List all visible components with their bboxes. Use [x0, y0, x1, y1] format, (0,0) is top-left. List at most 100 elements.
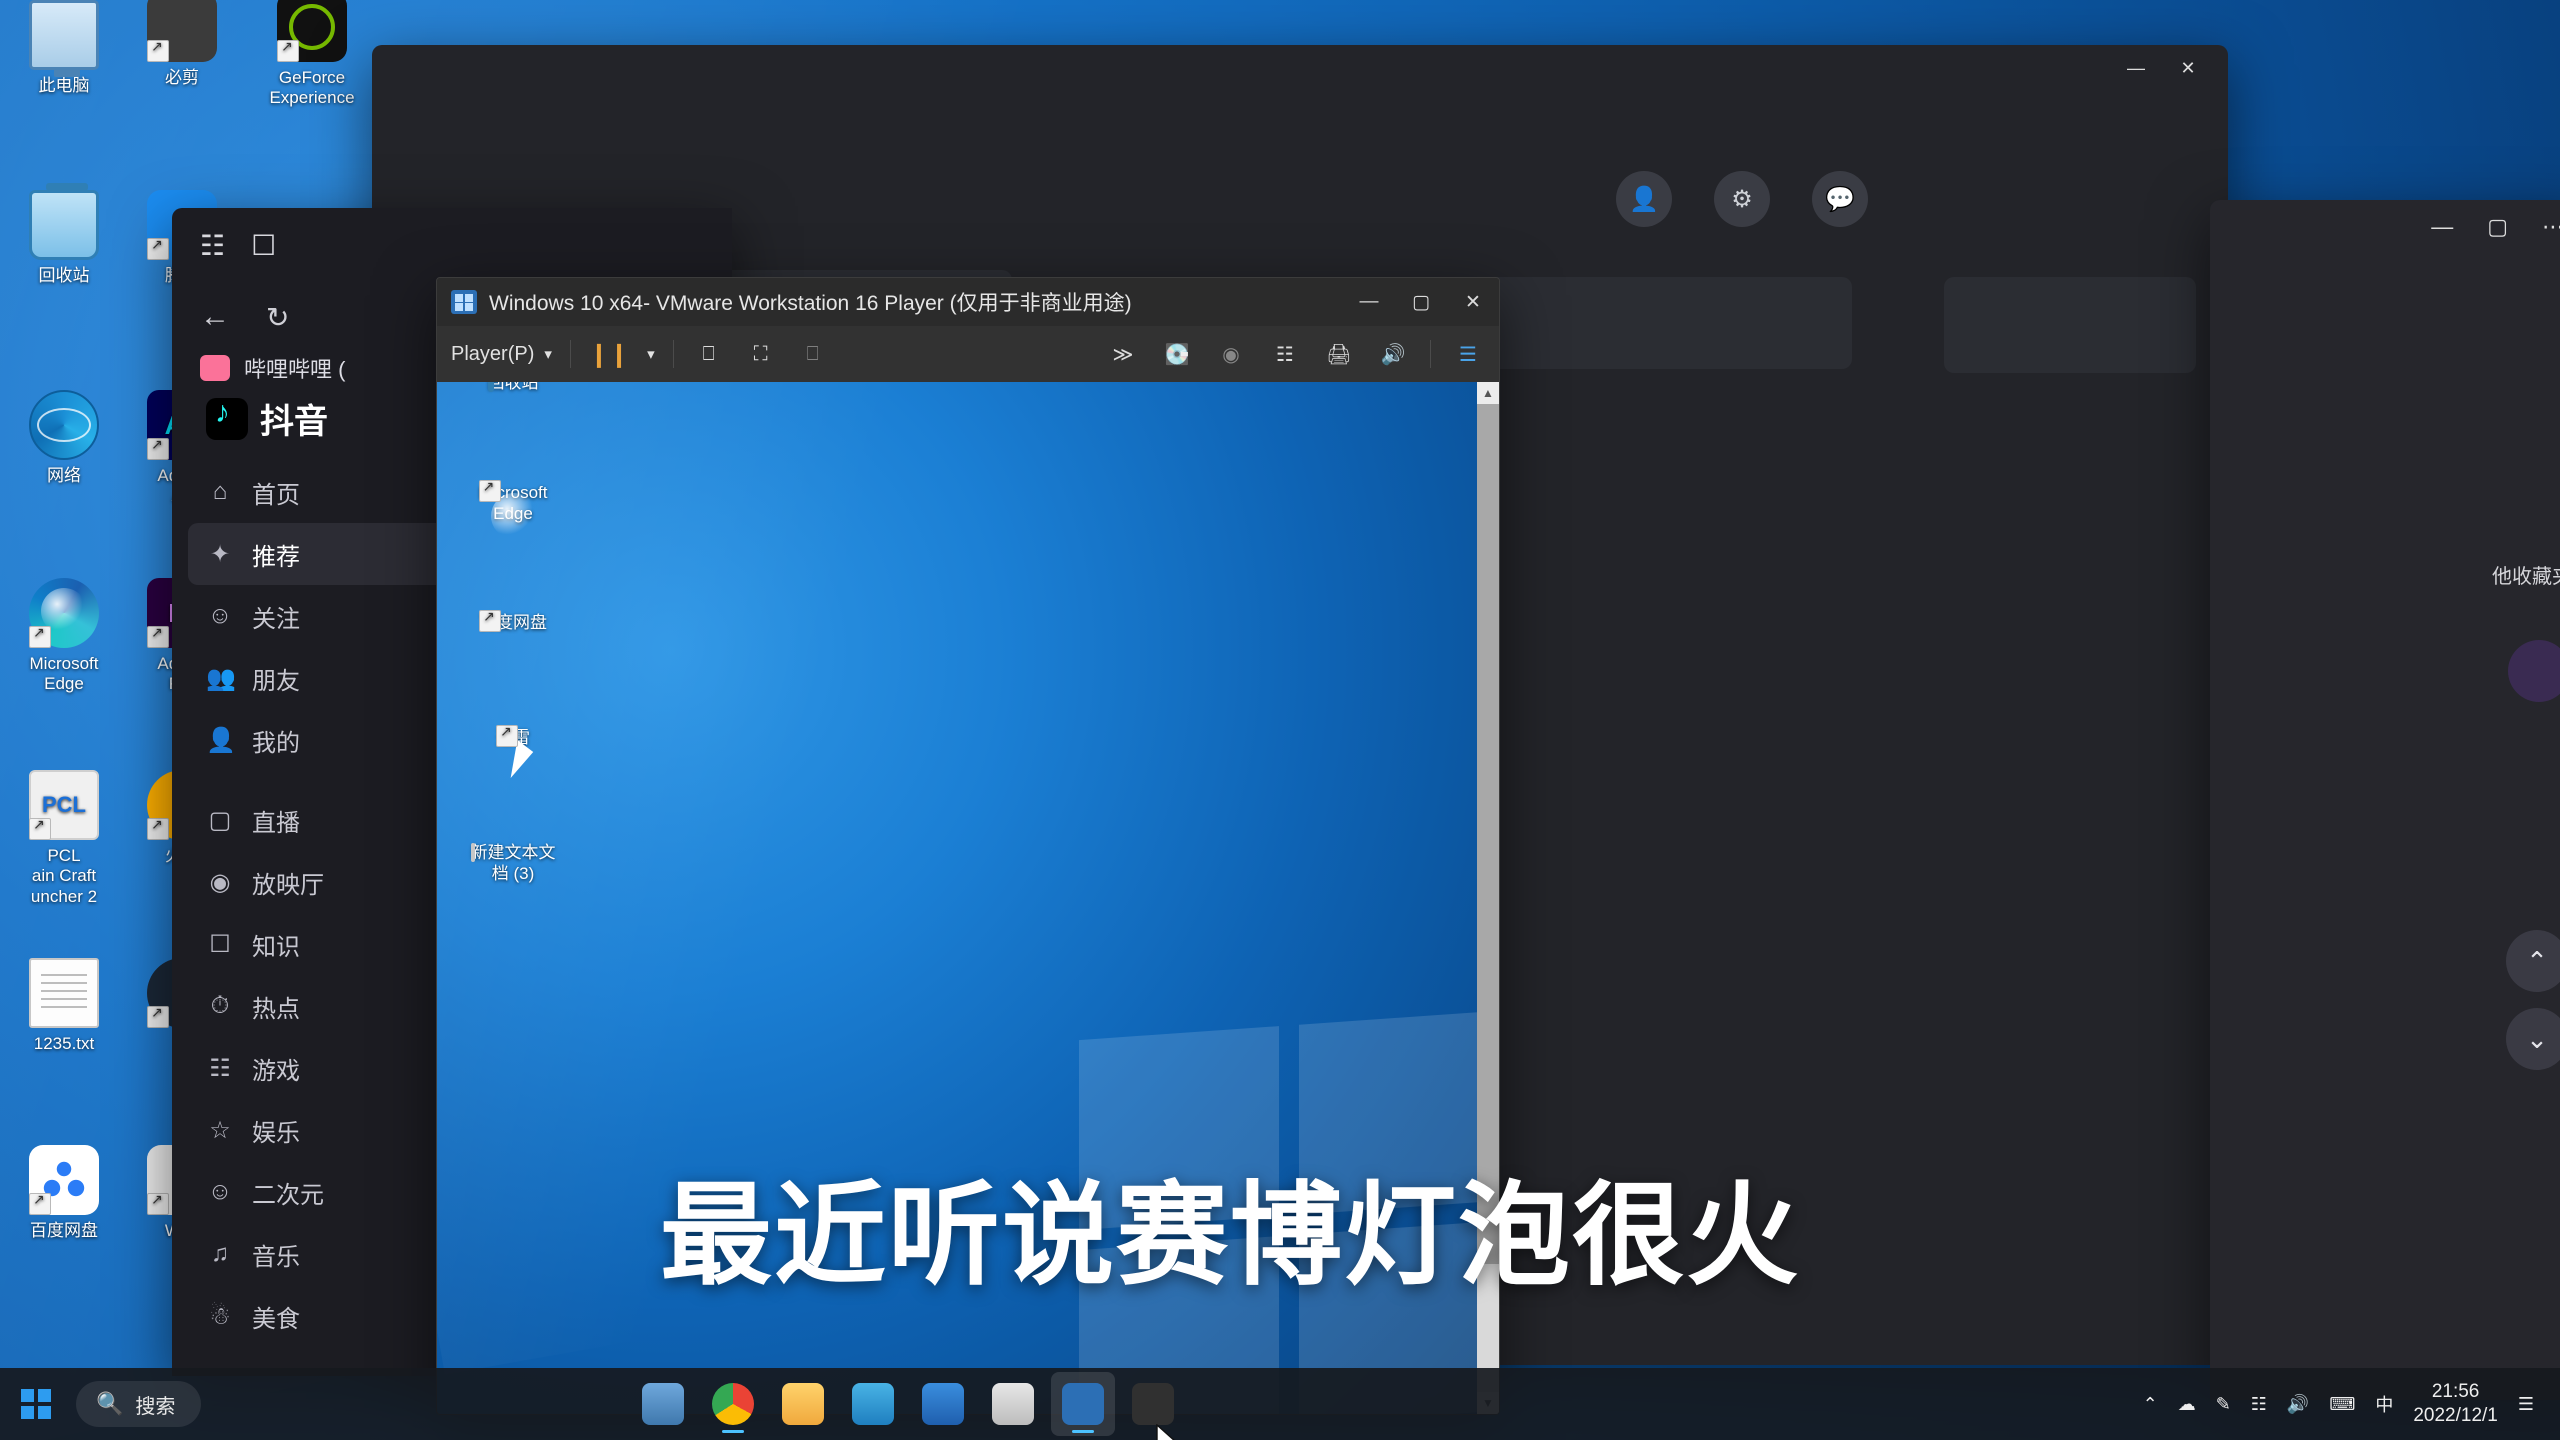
- scroll-up-button[interactable]: ⌃: [2506, 930, 2560, 992]
- cinema-icon: ◉: [209, 868, 231, 896]
- site-label: 哔哩哔哩 (: [244, 357, 346, 382]
- desktop-icon-bijian[interactable]: 必剪: [118, 0, 246, 88]
- desktop-icon-this-pc[interactable]: 此电脑: [0, 0, 128, 96]
- scroll-down-button[interactable]: ⌄: [2506, 1008, 2560, 1070]
- douyin-window-toolbar[interactable]: ☷ ☐: [172, 208, 732, 282]
- vmware-toolbar-right[interactable]: ≫ 💽 ◉ ☷ 🖨 🔊 ☰: [1106, 336, 1485, 372]
- guest-icon-text-file[interactable]: 新建文本文 档 (3): [447, 842, 579, 885]
- gear-icon[interactable]: ⚙: [1714, 171, 1770, 227]
- taskbar-item-file-explorer[interactable]: [771, 1372, 835, 1436]
- background-close-button[interactable]: ✕: [2162, 45, 2214, 91]
- background-window-titlebar[interactable]: — ✕: [372, 45, 2228, 91]
- favorites-label: 他收藏夹: [2492, 566, 2560, 588]
- desktop-icon-geforce[interactable]: GeForce Experience: [248, 0, 376, 109]
- home-icon: ⌂: [212, 478, 228, 505]
- right-minimize-button[interactable]: —: [2431, 214, 2453, 240]
- send-keys-icon[interactable]: ⎕: [692, 336, 726, 372]
- notifications-icon[interactable]: ☰: [2518, 1394, 2534, 1415]
- taskbar-item-chrome[interactable]: [701, 1372, 765, 1436]
- overflow-icon[interactable]: ≫: [1106, 336, 1140, 372]
- live-icon: ▢: [208, 806, 232, 834]
- pen-icon[interactable]: ✎: [2216, 1394, 2231, 1415]
- taskbar-item-mail[interactable]: [911, 1372, 975, 1436]
- system-tray[interactable]: ⌃ ☁ ✎ ☷ 🔊 ⌨ 中 21:56 2022/12/1 ☰: [2143, 1380, 2560, 1428]
- sidebar-item-label: 关注: [252, 605, 300, 633]
- tray-chevron-icon[interactable]: ⌃: [2143, 1394, 2158, 1415]
- taskbar[interactable]: 🔍 搜索 ⌃ ☁ ✎ ☷ 🔊 ⌨ 中 21:56 2022/12/1 ☰: [0, 1368, 2560, 1440]
- widgets-icon: [642, 1383, 685, 1425]
- network-icon: [29, 390, 99, 460]
- geforce-icon: [277, 0, 347, 62]
- more-icon[interactable]: ⋯: [2542, 214, 2560, 240]
- keyboard-icon[interactable]: ⌨: [2329, 1394, 2355, 1415]
- vmware-window-controls[interactable]: — ▢ ✕: [1343, 278, 1499, 326]
- back-icon[interactable]: ←: [200, 300, 230, 334]
- search-icon: 🔍: [96, 1391, 124, 1416]
- volume-icon[interactable]: 🔊: [2287, 1394, 2309, 1415]
- printer-icon[interactable]: 🖨: [1322, 336, 1356, 372]
- scrollbar-thumb[interactable]: [1477, 404, 1499, 1264]
- sparkle-icon: ✦: [209, 540, 231, 568]
- vmware-titlebar[interactable]: Windows 10 x64- VMware Workstation 16 Pl…: [437, 278, 1499, 326]
- vmware-toolbar[interactable]: Player(P) ▾ ❙❙ ▾ ⎕ ⛶ ⎕ ≫ 💽 ◉ ☷ 🖨 🔊 ☰: [437, 326, 1499, 383]
- desktop-icon-microsoft-edge[interactable]: Microsoft Edge: [0, 578, 128, 695]
- desktop-icon-pcl-launcher[interactable]: PCL PCL ain Craft uncher 2: [0, 770, 128, 907]
- fullscreen-icon[interactable]: ⛶: [744, 336, 778, 372]
- desktop-icon-label: 必剪: [165, 68, 199, 87]
- search-input[interactable]: 🔍 搜索: [76, 1381, 202, 1427]
- guest-icon-recycle-bin[interactable]: 回收站: [447, 382, 579, 393]
- taskbar-item-photos[interactable]: [981, 1372, 1045, 1436]
- person-icon[interactable]: 👤: [1616, 171, 1672, 227]
- taskbar-item-vmware-player[interactable]: [1051, 1372, 1116, 1436]
- shortcut-arrow-icon: [147, 816, 169, 840]
- right-browser-window[interactable]: — ▢ ⋯ 他收藏夹 ⌃ ⌄: [2210, 200, 2560, 1400]
- avatar[interactable]: [2508, 640, 2560, 702]
- right-maximize-button[interactable]: ▢: [2487, 214, 2508, 240]
- package-icon[interactable]: ☷: [200, 229, 225, 262]
- sidebar-item-label: 游戏: [252, 1057, 300, 1085]
- sound-icon[interactable]: 🔊: [1376, 336, 1410, 372]
- clock[interactable]: 21:56 2022/12/1: [2413, 1380, 2498, 1428]
- guest-icon-baidu-netdisk[interactable]: 百度网盘: [447, 608, 579, 633]
- removable-devices-icon[interactable]: 💽: [1160, 336, 1194, 372]
- right-scroll-controls[interactable]: ⌃ ⌄: [2506, 930, 2560, 1070]
- search-placeholder: 搜索: [135, 1395, 176, 1418]
- scrollbar-up-arrow[interactable]: ▲: [1477, 382, 1499, 404]
- refresh-icon[interactable]: ↻: [266, 301, 289, 334]
- cloud-icon[interactable]: ☁: [2178, 1394, 2196, 1415]
- video-caption: 最近听说赛博灯泡很火: [660, 1171, 1800, 1301]
- right-window-titlebar[interactable]: — ▢ ⋯: [2210, 200, 2560, 254]
- sidebar-item-label: 放映厅: [252, 871, 324, 899]
- window-icon[interactable]: ☐: [251, 229, 276, 262]
- guest-icon-thunder[interactable]: 迅雷: [447, 723, 579, 748]
- friends-icon: 👥: [206, 664, 236, 692]
- taskbar-item-microsoft-store[interactable]: [841, 1372, 905, 1436]
- bijian-icon: [147, 0, 217, 62]
- cd-drive-icon[interactable]: ◉: [1214, 336, 1248, 372]
- desktop-icon-baidu-netdisk[interactable]: 百度网盘: [0, 1145, 128, 1241]
- desktop-icon-network[interactable]: 网络: [0, 390, 128, 486]
- hot-icon: ⏱: [210, 992, 230, 1019]
- chat-icon[interactable]: 💬: [1812, 171, 1868, 227]
- network-adapter-icon[interactable]: ☷: [1268, 336, 1302, 372]
- menu-icon[interactable]: ☰: [1451, 336, 1485, 372]
- player-menu-button[interactable]: Player(P) ▾: [451, 343, 552, 366]
- sidebar-item-label: 首页: [252, 481, 300, 509]
- anime-icon: ☺: [207, 1178, 233, 1205]
- start-button[interactable]: [0, 1368, 72, 1440]
- desktop-icon-text-file[interactable]: 1235.txt: [0, 958, 128, 1054]
- edge-icon: [29, 578, 99, 648]
- vmware-maximize-button[interactable]: ▢: [1395, 278, 1447, 326]
- vmware-minimize-button[interactable]: —: [1343, 278, 1395, 326]
- taskbar-item-widgets[interactable]: [631, 1372, 695, 1436]
- pause-dropdown-caret[interactable]: ▾: [647, 345, 655, 363]
- guest-icon-microsoft-edge[interactable]: Microsoft Edge: [447, 478, 579, 539]
- ime-indicator[interactable]: 中: [2375, 1391, 2393, 1417]
- background-minimize-button[interactable]: —: [2110, 45, 2162, 91]
- pause-icon[interactable]: ❙❙: [589, 336, 629, 372]
- user-icon: 👤: [206, 726, 236, 754]
- taskbar-apps[interactable]: [631, 1372, 1185, 1436]
- vmware-close-button[interactable]: ✕: [1447, 278, 1499, 326]
- network-icon[interactable]: ☷: [2251, 1394, 2267, 1415]
- desktop-icon-recycle-bin[interactable]: 回收站: [0, 183, 128, 286]
